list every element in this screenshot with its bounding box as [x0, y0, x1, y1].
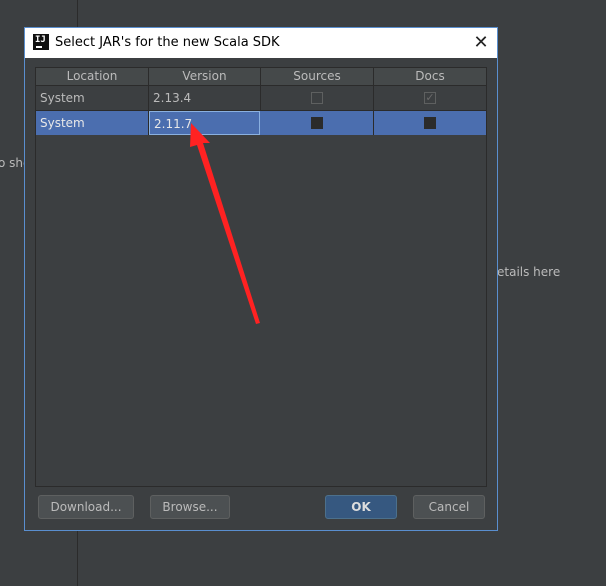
- annotation-arrow: [190, 123, 260, 324]
- red-arrow-shape: [190, 123, 260, 324]
